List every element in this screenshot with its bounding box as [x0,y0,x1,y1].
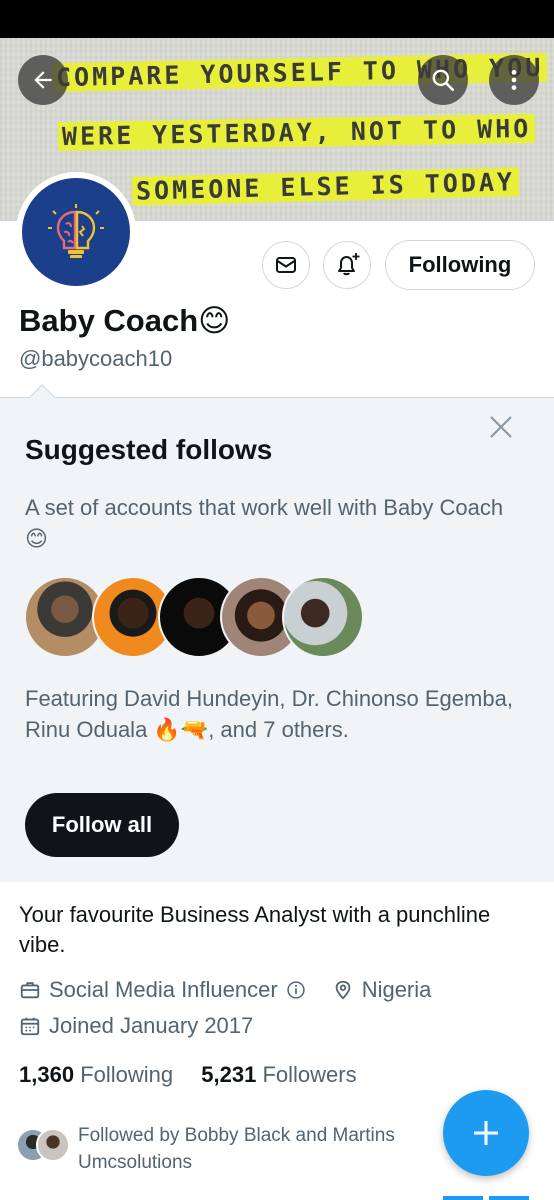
following-count-link[interactable]: 1,360 Following [19,1062,173,1087]
following-button[interactable]: Following [385,240,535,290]
followed-by-avatars [16,1122,74,1162]
dismiss-suggestions-button[interactable] [486,412,516,442]
info-icon[interactable] [286,980,306,1000]
follow-counts: 1,360 Following 5,231 Followers [19,1062,357,1088]
profile-bio: Your favourite Business Analyst with a p… [19,902,491,957]
plus-icon [474,1121,498,1145]
followed-by-avatar-2 [36,1128,70,1162]
briefcase-icon [20,982,40,999]
back-button[interactable] [18,55,68,105]
location-pin-icon [335,980,351,1000]
compose-button[interactable] [443,1090,529,1176]
more-options-button[interactable] [489,55,539,105]
arrow-left-icon [34,71,52,89]
tab-indicator-left [443,1196,483,1200]
profile-meta-row: Social Media Influencer Nigeria [19,977,431,1003]
envelope-icon [276,257,296,273]
tab-indicator-right [489,1196,529,1200]
suggested-follows-title: Suggested follows [25,434,273,465]
profile-avatar[interactable] [16,172,136,292]
follow-all-button[interactable]: Follow all [25,793,179,857]
user-handle: @babycoach10 [19,346,173,371]
more-vertical-icon [511,70,517,90]
message-button[interactable] [262,241,310,289]
profile-location: Nigeria [361,977,432,1002]
followed-by-text: Followed by Bobby Black and Martins Umcs… [78,1125,395,1173]
profile-joined-row: Joined January 2017 [19,1013,253,1039]
close-icon [490,416,512,438]
display-name: Baby Coach😊 [19,303,231,338]
calendar-icon [20,1017,40,1036]
suggested-follows-featuring: Featuring David Hundeyin, Dr. Chinonso E… [25,686,513,742]
search-button[interactable] [418,55,468,105]
followed-by[interactable]: Followed by Bobby Black and Martins Umcs… [16,1122,436,1176]
bell-plus-icon [338,253,360,276]
suggested-follows-description: A set of accounts that work well with Ba… [25,495,504,551]
suggested-avatar-5[interactable] [282,576,364,658]
followers-count-link[interactable]: 5,231 Followers [201,1062,356,1087]
notifications-button[interactable] [323,241,371,289]
search-icon [432,69,455,92]
status-bar [0,0,554,38]
profile-joined-date: Joined January 2017 [49,1013,254,1038]
brain-lightbulb-icon [48,204,104,258]
profile-category: Social Media Influencer [49,977,278,1002]
